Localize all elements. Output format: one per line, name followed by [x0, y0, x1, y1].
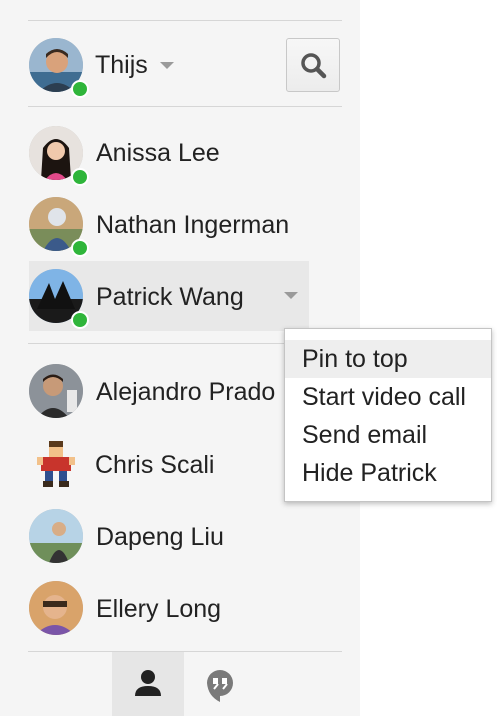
current-user-presence-indicator — [71, 80, 89, 98]
person-icon — [135, 670, 161, 696]
hangouts-quote-icon — [207, 670, 233, 702]
menu-item-send-email[interactable]: Send email — [285, 416, 491, 454]
current-user-name: Thijs — [95, 51, 148, 79]
contact-name: Nathan Ingerman — [96, 211, 290, 239]
contact-avatar — [29, 581, 83, 635]
header-divider — [28, 106, 342, 107]
search-button[interactable] — [286, 38, 340, 92]
presence-indicator — [71, 311, 89, 329]
menu-item-start-video-call[interactable]: Start video call — [285, 378, 491, 416]
contact-avatar — [29, 509, 83, 563]
contact-name: Alejandro Prado — [96, 378, 276, 406]
tab-conversations[interactable] — [184, 652, 256, 716]
contact-context-menu: Pin to top Start video call Send email H… — [284, 328, 492, 502]
search-icon — [301, 53, 327, 79]
contact-menu-caret-icon[interactable] — [284, 292, 298, 299]
contact-name: Patrick Wang — [96, 283, 244, 311]
contact-avatar — [29, 437, 83, 491]
top-divider — [28, 20, 342, 21]
contact-avatar — [29, 364, 83, 418]
presence-indicator — [71, 239, 89, 257]
menu-item-pin-to-top[interactable]: Pin to top — [285, 340, 491, 378]
presence-indicator — [71, 168, 89, 186]
contact-name: Chris Scali — [95, 451, 215, 479]
tab-contacts[interactable] — [112, 652, 184, 716]
contact-name: Anissa Lee — [96, 139, 220, 167]
contact-name: Dapeng Liu — [96, 523, 224, 551]
user-menu-caret-icon[interactable] — [160, 62, 174, 69]
contact-name: Ellery Long — [96, 595, 222, 623]
menu-item-hide-contact[interactable]: Hide Patrick — [285, 454, 491, 492]
